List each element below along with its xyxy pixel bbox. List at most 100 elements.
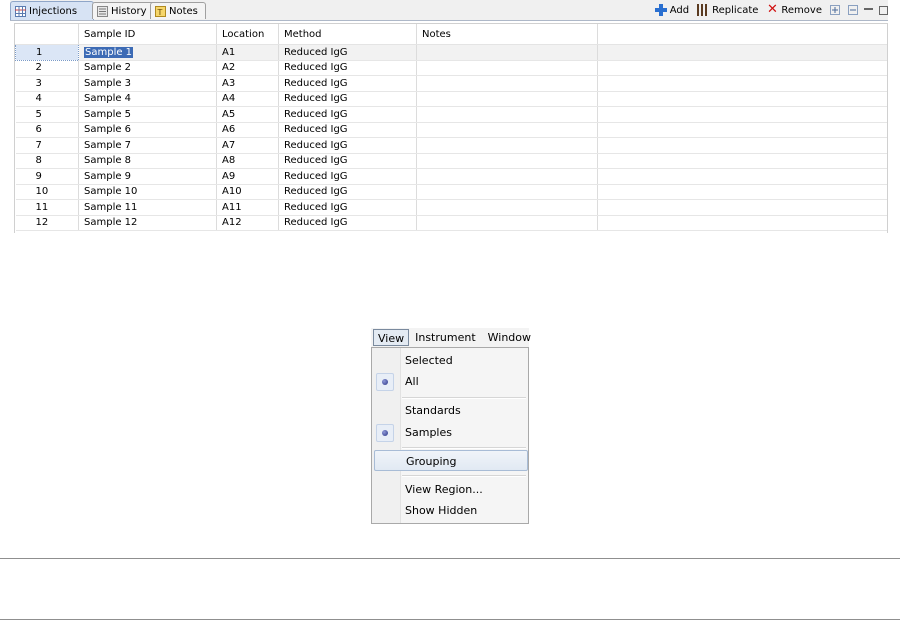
- location-cell[interactable]: A5: [216, 106, 279, 123]
- column-header-method[interactable]: Method: [278, 24, 417, 45]
- notes-cell[interactable]: [416, 106, 598, 123]
- menu-item-view-region[interactable]: View Region...: [372, 479, 528, 500]
- table-row[interactable]: 11 Sample 11 A11 Reduced IgG: [15, 199, 887, 216]
- sample-id-cell[interactable]: Sample 7: [78, 137, 217, 154]
- menu-item-standards[interactable]: Standards: [372, 400, 528, 421]
- row-number-cell[interactable]: 12: [15, 215, 79, 231]
- location-cell[interactable]: A8: [216, 153, 279, 169]
- table-row[interactable]: 5 Sample 5 A5 Reduced IgG: [15, 106, 887, 123]
- notes-cell[interactable]: [416, 44, 598, 61]
- tab-notes[interactable]: T Notes: [150, 2, 206, 19]
- sample-id-cell[interactable]: Sample 10: [78, 184, 217, 200]
- menu-item-selected[interactable]: Selected: [372, 350, 528, 371]
- row-number-cell[interactable]: 6: [15, 122, 79, 138]
- location-cell[interactable]: A4: [216, 91, 279, 107]
- menu-item-show-hidden[interactable]: Show Hidden: [372, 500, 528, 521]
- row-number-cell[interactable]: 10: [15, 184, 79, 200]
- row-number-cell[interactable]: 3: [15, 75, 79, 92]
- location-cell[interactable]: A1: [216, 44, 279, 61]
- sample-id-cell[interactable]: Sample 8: [78, 153, 217, 169]
- menu-instrument[interactable]: Instrument: [409, 329, 482, 346]
- table-row[interactable]: 6 Sample 6 A6 Reduced IgG: [15, 122, 887, 138]
- maximize-icon[interactable]: [879, 5, 888, 15]
- table-row[interactable]: 2 Sample 2 A2 Reduced IgG: [15, 60, 887, 76]
- row-number-cell[interactable]: 4: [15, 91, 79, 107]
- table-row[interactable]: 4 Sample 4 A4 Reduced IgG: [15, 91, 887, 107]
- notes-cell[interactable]: [416, 137, 598, 154]
- tab-history[interactable]: History: [92, 2, 158, 19]
- method-cell[interactable]: Reduced IgG: [278, 137, 417, 154]
- table-row[interactable]: 10 Sample 10 A10 Reduced IgG: [15, 184, 887, 200]
- notes-cell[interactable]: [416, 75, 598, 92]
- column-header-sample-id[interactable]: Sample ID: [78, 24, 217, 45]
- notes-cell[interactable]: [416, 153, 598, 169]
- row-number-cell[interactable]: 9: [15, 168, 79, 185]
- notes-cell[interactable]: [416, 199, 598, 216]
- method-cell[interactable]: Reduced IgG: [278, 153, 417, 169]
- sample-id-cell[interactable]: Sample 4: [78, 91, 217, 107]
- table-row[interactable]: 1 Sample 1 A1 Reduced IgG: [15, 44, 887, 61]
- row-number-cell[interactable]: 5: [15, 106, 79, 123]
- sample-id-cell[interactable]: Sample 5: [78, 106, 217, 123]
- column-header-row-number[interactable]: [15, 24, 79, 45]
- sample-id-editor-selection[interactable]: Sample 1: [84, 46, 134, 58]
- column-header-notes[interactable]: Notes: [416, 24, 598, 45]
- row-number-cell[interactable]: 1: [15, 44, 79, 61]
- row-number-cell[interactable]: 2: [15, 60, 79, 76]
- row-number-cell[interactable]: 7: [15, 137, 79, 154]
- tab-injections[interactable]: Injections: [10, 1, 94, 20]
- notes-cell[interactable]: [416, 168, 598, 185]
- location-cell[interactable]: A9: [216, 168, 279, 185]
- location-cell[interactable]: A10: [216, 184, 279, 200]
- expand-all-icon[interactable]: [830, 5, 840, 15]
- sample-id-cell[interactable]: Sample 1: [78, 44, 217, 61]
- location-cell[interactable]: A3: [216, 75, 279, 92]
- location-cell[interactable]: A6: [216, 122, 279, 138]
- add-button[interactable]: Add: [654, 4, 689, 16]
- method-cell[interactable]: Reduced IgG: [278, 184, 417, 200]
- menu-item-all[interactable]: All: [372, 371, 528, 392]
- remove-button[interactable]: ✕ Remove: [766, 3, 822, 16]
- menu-separator: [402, 447, 526, 449]
- location-cell[interactable]: A7: [216, 137, 279, 154]
- method-cell[interactable]: Reduced IgG: [278, 122, 417, 138]
- table-row[interactable]: 12 Sample 12 A12 Reduced IgG: [15, 215, 887, 231]
- method-cell[interactable]: Reduced IgG: [278, 75, 417, 92]
- table-row[interactable]: 8 Sample 8 A8 Reduced IgG: [15, 153, 887, 169]
- notes-cell[interactable]: [416, 184, 598, 200]
- method-cell[interactable]: Reduced IgG: [278, 44, 417, 61]
- menu-item-samples[interactable]: Samples: [372, 422, 528, 443]
- table-row[interactable]: 7 Sample 7 A7 Reduced IgG: [15, 137, 887, 154]
- menu-view[interactable]: View: [373, 329, 410, 346]
- notes-cell[interactable]: [416, 91, 598, 107]
- sample-id-cell[interactable]: Sample 12: [78, 215, 217, 231]
- location-cell[interactable]: A12: [216, 215, 279, 231]
- notes-cell[interactable]: [416, 122, 598, 138]
- sample-id-cell[interactable]: Sample 3: [78, 75, 217, 92]
- method-cell[interactable]: Reduced IgG: [278, 215, 417, 231]
- method-cell[interactable]: Reduced IgG: [278, 91, 417, 107]
- row-number-cell[interactable]: 11: [15, 199, 79, 216]
- table-row[interactable]: 9 Sample 9 A9 Reduced IgG: [15, 168, 887, 185]
- method-cell[interactable]: Reduced IgG: [278, 106, 417, 123]
- table-row[interactable]: 3 Sample 3 A3 Reduced IgG: [15, 75, 887, 92]
- method-cell[interactable]: Reduced IgG: [278, 60, 417, 76]
- location-cell[interactable]: A11: [216, 199, 279, 216]
- sample-id-cell[interactable]: Sample 6: [78, 122, 217, 138]
- sample-id-cell[interactable]: Sample 11: [78, 199, 217, 216]
- replicate-button[interactable]: Replicate: [697, 4, 758, 16]
- grid-toolbar: Add Replicate ✕ Remove: [647, 2, 888, 18]
- location-cell[interactable]: A2: [216, 60, 279, 76]
- menu-item-grouping[interactable]: Grouping: [374, 450, 528, 471]
- minimize-icon[interactable]: [864, 4, 873, 10]
- sample-id-cell[interactable]: Sample 2: [78, 60, 217, 76]
- menu-window[interactable]: Window: [482, 329, 537, 346]
- column-header-location[interactable]: Location: [216, 24, 279, 45]
- sample-id-cell[interactable]: Sample 9: [78, 168, 217, 185]
- method-cell[interactable]: Reduced IgG: [278, 199, 417, 216]
- collapse-all-icon[interactable]: [848, 5, 858, 15]
- notes-cell[interactable]: [416, 60, 598, 76]
- notes-cell[interactable]: [416, 215, 598, 231]
- row-number-cell[interactable]: 8: [15, 153, 79, 169]
- method-cell[interactable]: Reduced IgG: [278, 168, 417, 185]
